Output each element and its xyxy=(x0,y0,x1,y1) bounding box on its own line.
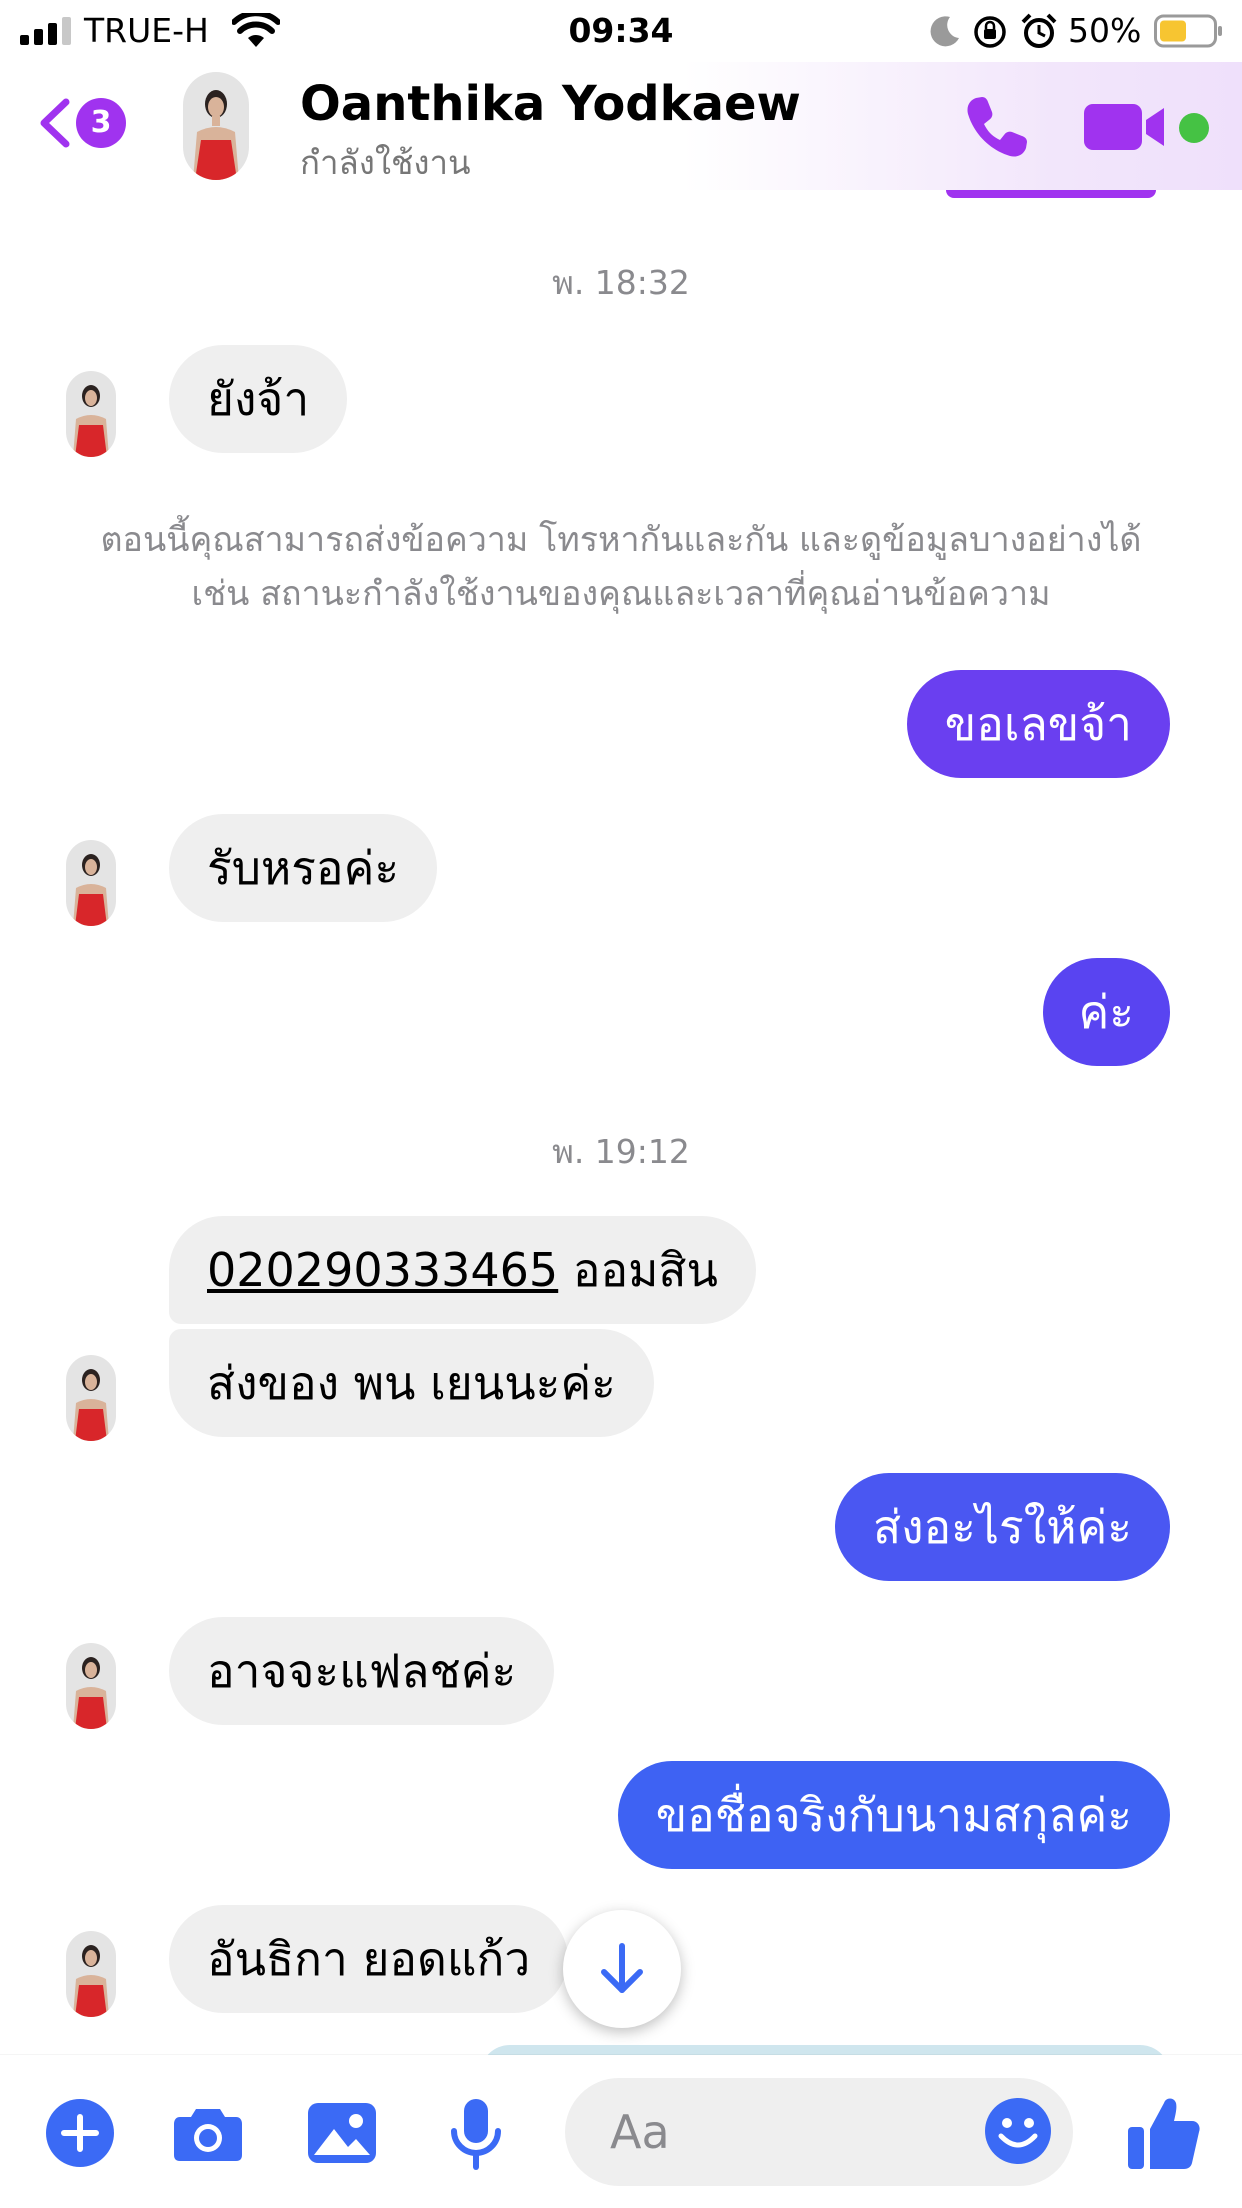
message-timestamp: พ. 18:32 xyxy=(552,263,690,302)
system-notice: ตอนนี้คุณสามารถส่งข้อความ โทรหากันและกัน… xyxy=(40,513,1202,621)
moon-icon xyxy=(930,16,959,47)
incoming-message[interactable]: ส่งของ พน เยนนะค่ะ xyxy=(169,1329,654,1437)
back-button[interactable]: 3 xyxy=(36,90,136,156)
avatar[interactable] xyxy=(66,1355,116,1441)
thumbs-up-icon[interactable] xyxy=(1126,2093,1202,2173)
message-input[interactable]: Aa xyxy=(565,2078,1073,2186)
avatar[interactable] xyxy=(66,1643,116,1729)
notice-line: เช่น สถานะกำลังใช้งานของคุณและเวลาที่คุณ… xyxy=(191,574,1051,614)
phone-icon[interactable] xyxy=(962,92,1032,162)
incoming-message[interactable]: อันธิกา ยอดแก้ว xyxy=(169,1905,569,2013)
emoji-icon[interactable] xyxy=(983,2096,1053,2166)
incoming-message[interactable]: 020290333465 ออมสิน xyxy=(169,1216,756,1324)
avatar[interactable] xyxy=(66,371,116,457)
scroll-to-bottom-button[interactable] xyxy=(563,1910,681,2028)
previous-message-edge xyxy=(946,190,1156,198)
outgoing-message[interactable]: ส่งอะไรให้ค่ะ xyxy=(835,1473,1170,1581)
message-text: ออมสิน xyxy=(558,1243,718,1297)
chat-header: 3 Oanthika Yodkaew กำลังใช้งาน xyxy=(0,62,1242,190)
outgoing-message[interactable]: ค่ะ xyxy=(1042,958,1170,1066)
avatar[interactable] xyxy=(66,1931,116,2017)
gallery-icon[interactable] xyxy=(304,2095,380,2171)
back-chevron-icon xyxy=(40,98,70,148)
active-status: กำลังใช้งาน xyxy=(300,143,471,182)
outgoing-message[interactable]: ขอชื่อจริงกับนามสกุลค่ะ xyxy=(617,1761,1170,1869)
battery-percent: 50% xyxy=(1068,11,1142,50)
rotation-lock-icon xyxy=(974,16,1006,48)
outgoing-message[interactable]: ขอเลขจ้า xyxy=(906,670,1170,778)
incoming-message[interactable]: อาจจะแฟลชค่ะ xyxy=(169,1617,555,1725)
message-timestamp: พ. 19:12 xyxy=(552,1132,690,1171)
arrow-down-icon xyxy=(601,1943,643,1993)
online-indicator xyxy=(1179,113,1209,143)
battery-icon xyxy=(1154,14,1222,48)
incoming-message[interactable]: รับหรอค่ะ xyxy=(169,814,438,922)
video-icon[interactable] xyxy=(1084,102,1168,152)
camera-icon[interactable] xyxy=(170,2095,246,2171)
status-bar: TRUE-H 09:34 50% xyxy=(0,0,1242,62)
unread-count-badge: 3 xyxy=(76,98,126,148)
incoming-message[interactable]: ยังจ้า xyxy=(169,345,348,453)
contact-name[interactable]: Oanthika Yodkaew xyxy=(300,76,801,132)
account-number-link[interactable]: 020290333465 xyxy=(207,1243,558,1297)
message-input-placeholder: Aa xyxy=(610,2105,670,2159)
composer-bar: Aa xyxy=(0,2055,1242,2208)
add-icon[interactable] xyxy=(42,2095,118,2171)
notice-line: ตอนนี้คุณสามารถส่งข้อความ โทรหากันและกัน… xyxy=(100,520,1142,560)
message-list[interactable]: พ. 18:32 ยังจ้า ตอนนี้คุณสามารถส่งข้อควา… xyxy=(0,190,1242,2075)
avatar[interactable] xyxy=(66,840,116,926)
alarm-icon xyxy=(1021,13,1057,48)
microphone-icon[interactable] xyxy=(438,2095,514,2171)
avatar[interactable] xyxy=(183,72,249,180)
